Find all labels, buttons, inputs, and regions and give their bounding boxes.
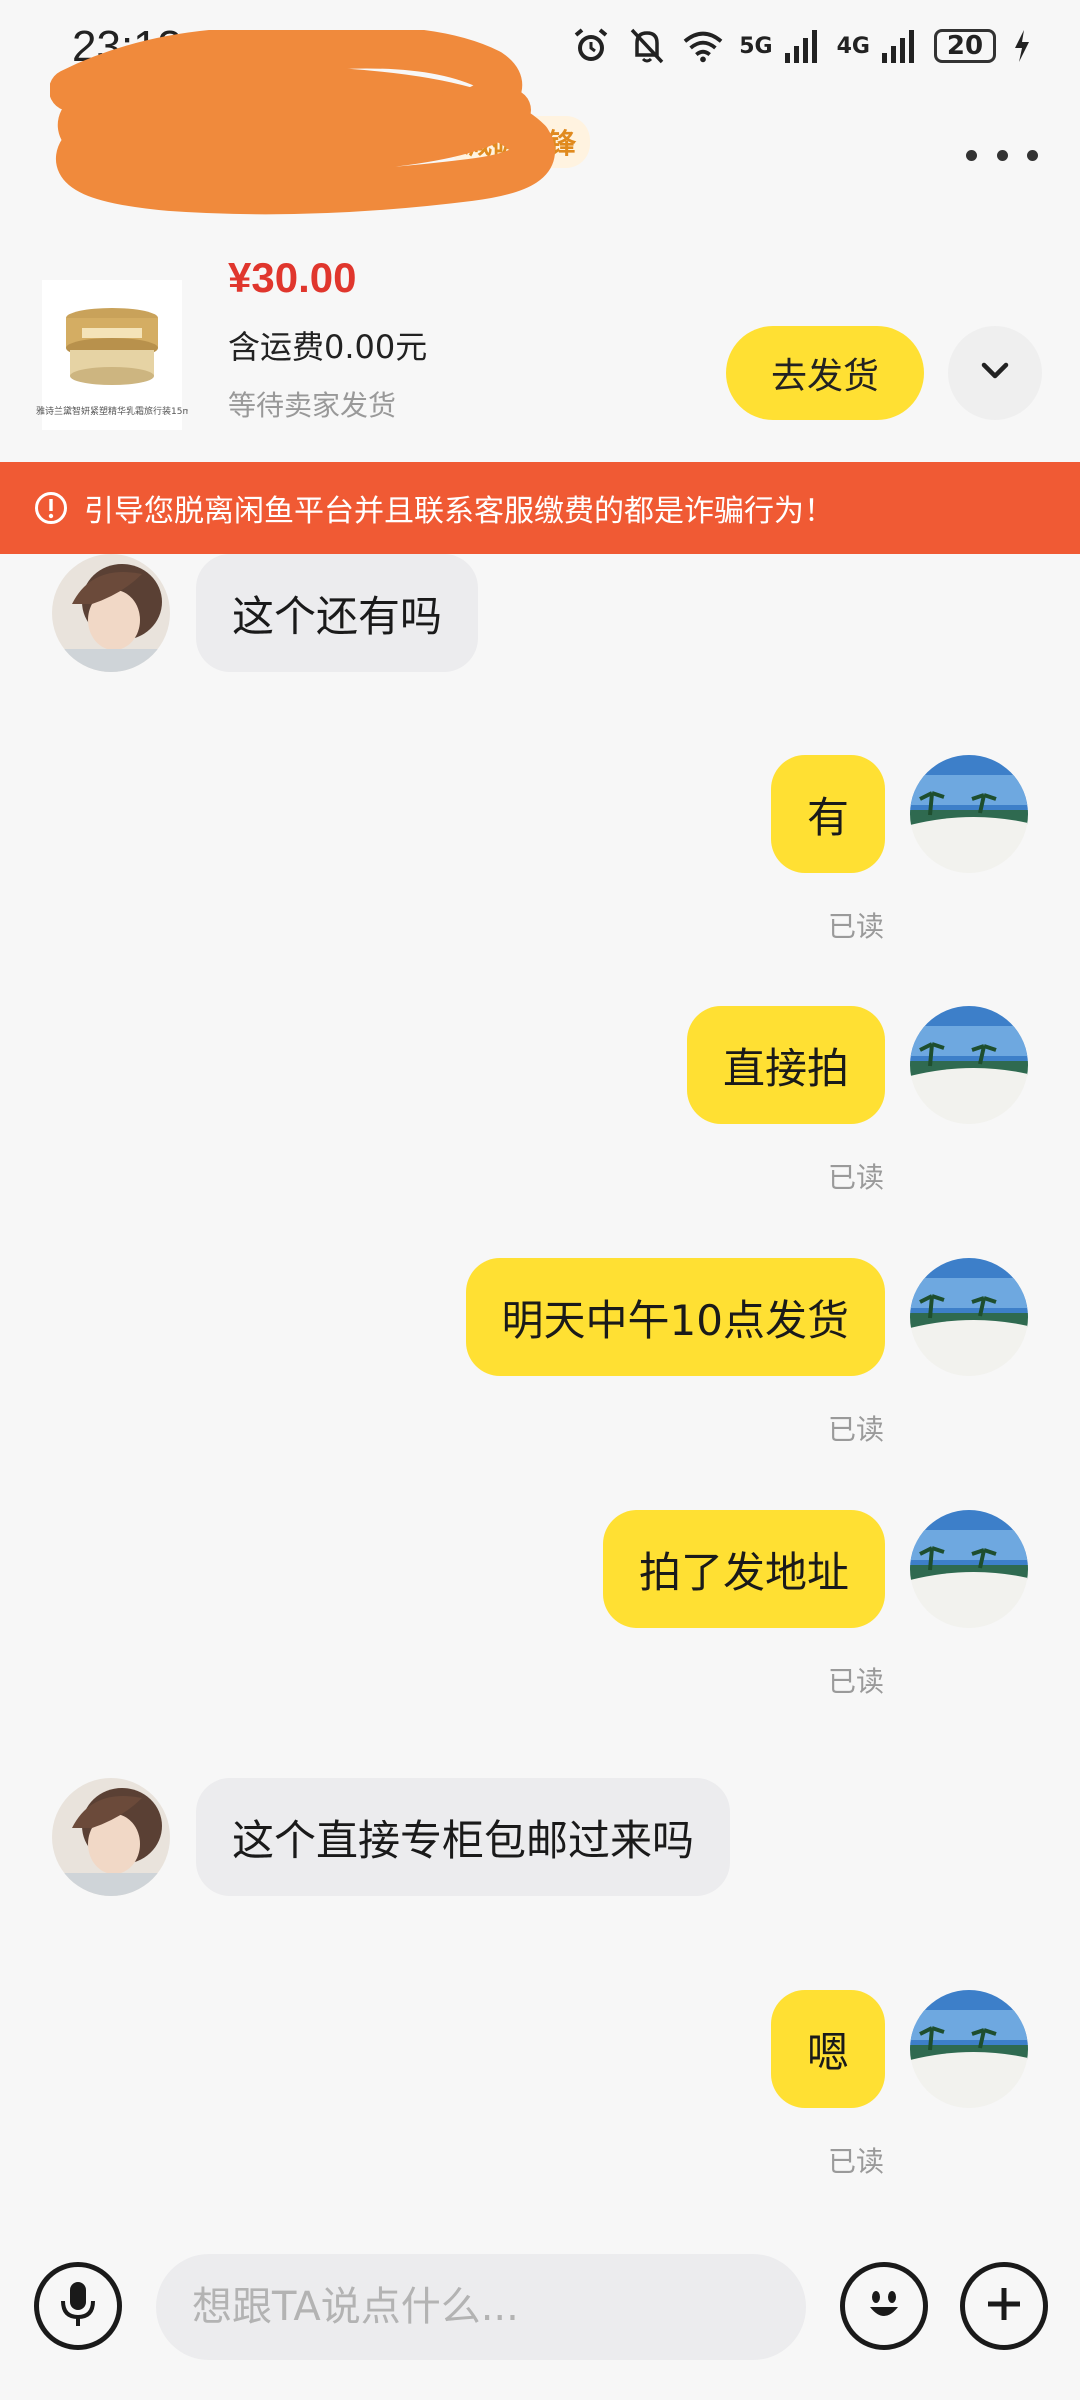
- emoji-button[interactable]: [840, 2262, 928, 2350]
- message-bubble[interactable]: 这个直接专柜包邮过来吗: [196, 1778, 731, 1896]
- read-receipt: 已读: [827, 2145, 884, 2178]
- message-bubble[interactable]: 直接拍: [686, 1006, 885, 1124]
- seller-avatar[interactable]: [910, 1258, 1028, 1376]
- plus-button[interactable]: [960, 2262, 1048, 2350]
- info-icon: [34, 491, 68, 525]
- redacted-seller-name: [49, 26, 560, 220]
- fraud-warning-banner: 引导您脱离闲鱼平台并且联系客服缴费的都是诈骗行为！: [0, 462, 1080, 554]
- message-bubble[interactable]: 这个还有吗: [196, 554, 479, 672]
- wifi-icon: [683, 26, 723, 66]
- microphone-icon: [58, 2279, 98, 2333]
- product-thumb-caption: 雅诗兰黛智妍紧塑精华乳霜旅行装15ml: [36, 407, 188, 417]
- plus-icon: [982, 2282, 1026, 2330]
- seller-avatar[interactable]: [910, 1990, 1028, 2108]
- network-4g-label: 4G: [836, 33, 870, 59]
- seller-avatar[interactable]: [910, 755, 1028, 873]
- shipping-fee: 含运费0.00元: [228, 328, 428, 366]
- bell-off-icon: [627, 26, 667, 66]
- read-receipt: 已读: [827, 1665, 884, 1698]
- expand-button[interactable]: [948, 326, 1042, 420]
- signal-5g-icon: [781, 26, 821, 66]
- message-bubble[interactable]: 有: [770, 755, 885, 873]
- charging-icon: [1012, 26, 1032, 66]
- message-bubble[interactable]: 嗯: [770, 1990, 885, 2108]
- signal-4g-icon: [878, 26, 918, 66]
- network-5g-label: 5G: [739, 33, 773, 59]
- warning-text: 引导您脱离闲鱼平台并且联系客服缴费的都是诈骗行为！: [84, 494, 834, 529]
- read-receipt: 已读: [827, 1161, 884, 1194]
- battery-icon: 20: [934, 29, 996, 63]
- ship-button[interactable]: 去发货: [726, 326, 924, 420]
- buyer-avatar[interactable]: [52, 554, 170, 672]
- input-bar: [0, 2226, 1080, 2400]
- read-receipt: 已读: [827, 1413, 884, 1446]
- seller-avatar[interactable]: [910, 1006, 1028, 1124]
- status-right-icons: 5G 4G 20: [571, 26, 1032, 66]
- read-receipt: 已读: [827, 910, 884, 943]
- chevron-down-icon: [980, 361, 1010, 385]
- message-bubble[interactable]: 拍了发地址: [602, 1510, 885, 1628]
- product-thumbnail[interactable]: 雅诗兰黛智妍紧塑精华乳霜旅行装15ml: [36, 280, 188, 430]
- product-price: ¥30.00: [228, 254, 357, 301]
- more-button[interactable]: [966, 138, 1038, 172]
- message-bubble[interactable]: 明天中午10点发货: [465, 1258, 885, 1376]
- more-icon: [966, 149, 977, 161]
- order-status: 等待卖家发货: [228, 389, 397, 422]
- message-input[interactable]: [156, 2254, 806, 2360]
- emoji-icon: [859, 2279, 909, 2333]
- alarm-icon: [571, 26, 611, 66]
- seller-avatar[interactable]: [910, 1510, 1028, 1628]
- voice-button[interactable]: [34, 2262, 122, 2350]
- buyer-avatar[interactable]: [52, 1778, 170, 1896]
